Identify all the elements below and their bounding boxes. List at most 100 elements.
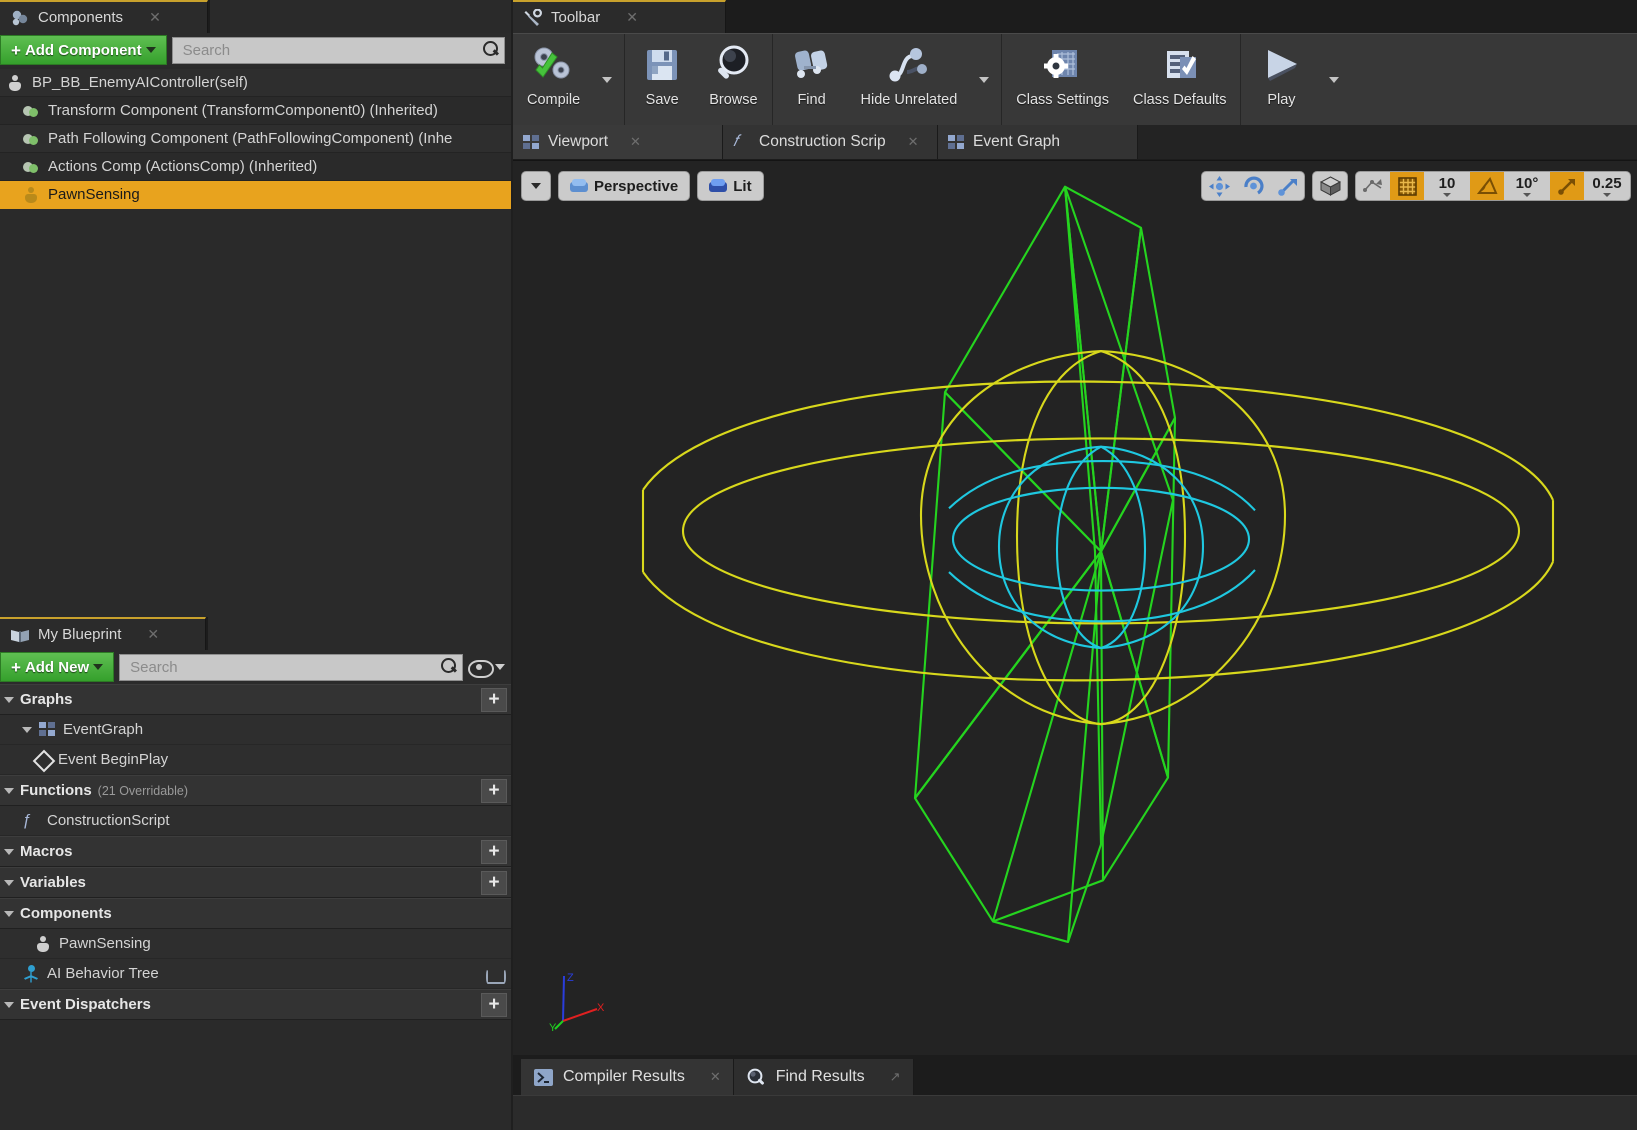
coordinate-space-group xyxy=(1312,171,1348,201)
compile-button[interactable]: Compile xyxy=(515,34,592,125)
component-tree-row[interactable]: Path Following Component (PathFollowingC… xyxy=(0,125,511,153)
my-blueprint-section-header[interactable]: Graphs + xyxy=(0,684,511,715)
tab-compiler-results[interactable]: Compiler Results ✕ xyxy=(521,1059,734,1095)
translate-icon[interactable] xyxy=(1202,172,1236,200)
graph-icon xyxy=(948,134,965,150)
world-space-icon[interactable] xyxy=(1313,172,1347,200)
play-button[interactable]: Play xyxy=(1243,34,1319,125)
tab-viewport[interactable]: Viewport ✕ xyxy=(513,125,723,159)
viewport-toolbar-right: 10 10° 0.25 xyxy=(1201,167,1631,205)
tab-components[interactable]: Components ✕ xyxy=(0,0,208,33)
tab-compiler-results-label: Compiler Results xyxy=(563,1068,685,1085)
close-icon[interactable]: ✕ xyxy=(710,1069,721,1085)
chevron-down-icon[interactable] xyxy=(495,664,505,670)
chevron-down-icon xyxy=(4,910,14,917)
grid-snap-value[interactable]: 10 xyxy=(1424,172,1470,200)
search-icon xyxy=(483,40,498,60)
axis-z-label: Z xyxy=(567,972,574,984)
maximize-icon[interactable]: ↗ xyxy=(890,1069,901,1085)
find-button[interactable]: Find xyxy=(775,34,849,125)
chevron-down-icon xyxy=(1523,193,1531,197)
tab-construction-script[interactable]: 𝑓 Construction Scrip ✕ xyxy=(723,125,938,159)
components-search-input[interactable]: Search xyxy=(171,36,505,64)
class-settings-label: Class Settings xyxy=(1016,92,1109,108)
find-results-icon xyxy=(746,1068,767,1087)
scale-snap-value[interactable]: 0.25 xyxy=(1584,172,1630,200)
add-item-button[interactable]: + xyxy=(481,992,507,1017)
tab-my-blueprint[interactable]: My Blueprint ✕ xyxy=(0,617,206,650)
my-blueprint-search-input[interactable]: Search xyxy=(119,653,463,681)
compile-icon xyxy=(528,42,580,90)
shading-mode-button[interactable]: Lit xyxy=(697,171,764,201)
close-icon[interactable]: ✕ xyxy=(147,626,159,643)
view-mode-button[interactable]: Perspective xyxy=(558,171,691,201)
components-panel: Components ✕ + Add Component Search BP_B… xyxy=(0,0,511,617)
scale-snap-toggle[interactable] xyxy=(1550,172,1584,200)
scale-icon[interactable] xyxy=(1270,172,1304,200)
my-blueprint-item-label: EventGraph xyxy=(63,721,144,738)
rotation-snap-toggle[interactable] xyxy=(1470,172,1504,200)
surface-snap-icon[interactable] xyxy=(1356,172,1390,200)
my-blueprint-item-label: PawnSensing xyxy=(59,935,151,952)
rotate-icon[interactable] xyxy=(1236,172,1270,200)
compiler-results-icon xyxy=(533,1068,554,1087)
add-component-button[interactable]: + Add Component xyxy=(0,35,167,65)
hide-unrelated-button[interactable]: Hide Unrelated xyxy=(849,34,970,125)
hide-unrelated-label: Hide Unrelated xyxy=(860,92,958,108)
my-blueprint-section-header[interactable]: Event Dispatchers + xyxy=(0,989,511,1020)
plus-icon: + xyxy=(11,657,21,677)
class-defaults-button[interactable]: Class Defaults xyxy=(1121,34,1238,125)
component-tree-row[interactable]: PawnSensing xyxy=(0,181,511,209)
tab-toolbar[interactable]: Toolbar ✕ xyxy=(513,0,726,33)
browse-button[interactable]: Browse xyxy=(697,34,769,125)
add-item-button[interactable]: + xyxy=(481,870,507,895)
add-item-button[interactable]: + xyxy=(481,839,507,864)
my-blueprint-section-header[interactable]: Components xyxy=(0,898,511,929)
chevron-down-icon xyxy=(93,664,104,670)
visibility-eye-icon[interactable] xyxy=(468,659,494,678)
my-blueprint-item[interactable]: AI Behavior Tree xyxy=(0,959,511,989)
sphere-icon xyxy=(22,102,40,120)
class-settings-button[interactable]: Class Settings xyxy=(1004,34,1121,125)
chevron-down-icon xyxy=(145,47,156,53)
component-tree-row[interactable]: BP_BB_EnemyAIController(self) xyxy=(0,69,511,97)
component-tree-row[interactable]: Actions Comp (ActionsComp) (Inherited) xyxy=(0,153,511,181)
component-tree-row[interactable]: Transform Component (TransformComponent0… xyxy=(0,97,511,125)
my-blueprint-item[interactable]: PawnSensing xyxy=(0,929,511,959)
my-blueprint-item[interactable]: Event BeginPlay xyxy=(0,745,511,775)
add-new-button[interactable]: + Add New xyxy=(0,652,115,682)
close-icon[interactable]: ✕ xyxy=(626,9,638,26)
close-icon[interactable]: ✕ xyxy=(149,9,161,26)
close-icon[interactable]: ✕ xyxy=(908,134,919,150)
tab-find-results-label: Find Results xyxy=(775,1068,865,1085)
add-item-button[interactable]: + xyxy=(481,778,507,803)
tab-event-graph[interactable]: Event Graph xyxy=(938,125,1138,159)
viewport-3d[interactable]: Perspective Lit 10 10° 0.25 Z X Y xyxy=(513,160,1637,1055)
tab-toolbar-label: Toolbar xyxy=(551,9,601,26)
my-blueprint-item[interactable]: EventGraph xyxy=(0,715,511,745)
pawn-sensing-icon xyxy=(22,186,40,204)
axis-gizmo: Z X Y xyxy=(549,971,609,1034)
add-item-button[interactable]: + xyxy=(481,687,507,712)
compile-dropdown[interactable] xyxy=(592,34,622,125)
transform-tools-group xyxy=(1201,171,1305,201)
tab-find-results[interactable]: Find Results ↗ xyxy=(733,1059,914,1095)
save-button[interactable]: Save xyxy=(627,34,697,125)
my-blueprint-section-header[interactable]: Variables + xyxy=(0,867,511,898)
object-picker-icon[interactable] xyxy=(485,967,506,984)
play-dropdown[interactable] xyxy=(1319,34,1349,125)
grid-snap-toggle[interactable] xyxy=(1390,172,1424,200)
close-icon[interactable]: ✕ xyxy=(630,134,641,150)
rotation-snap-value[interactable]: 10° xyxy=(1504,172,1550,200)
tab-construction-script-label: Construction Scrip xyxy=(759,133,886,150)
component-tree-row-label: Transform Component (TransformComponent0… xyxy=(48,102,438,119)
viewport-options-button[interactable] xyxy=(521,171,551,201)
my-blueprint-section-header[interactable]: Functions (21 Overridable) + xyxy=(0,775,511,806)
my-blueprint-item[interactable]: ƒ ConstructionScript xyxy=(0,806,511,836)
my-blueprint-section-header[interactable]: Macros + xyxy=(0,836,511,867)
bottom-panel: Compiler Results ✕ Find Results ↗ xyxy=(513,1055,1637,1130)
find-label: Find xyxy=(797,92,826,108)
behavior-tree-icon xyxy=(22,964,40,983)
perspective-icon xyxy=(570,178,588,194)
hide-unrelated-dropdown[interactable] xyxy=(969,34,999,125)
